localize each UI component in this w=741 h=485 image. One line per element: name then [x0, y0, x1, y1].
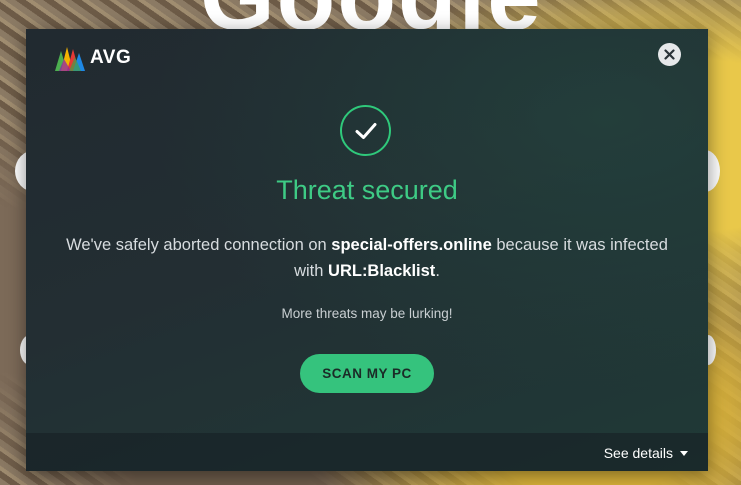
- success-badge: [340, 105, 391, 156]
- brand-name: AVG: [90, 47, 132, 68]
- warning-subtext: More threats may be lurking!: [281, 306, 453, 321]
- scan-my-pc-button[interactable]: SCAN MY PC: [300, 354, 434, 393]
- threat-name: URL:Blacklist: [328, 262, 436, 280]
- see-details-label: See details: [603, 445, 673, 461]
- message-prefix: We've safely aborted connection on: [66, 236, 332, 254]
- threat-message: We've safely aborted connection on speci…: [56, 232, 678, 284]
- close-icon: [664, 49, 675, 60]
- checkmark-icon: [355, 122, 376, 139]
- blocked-site: special-offers.online: [331, 236, 492, 254]
- dialog-footer: See details: [26, 433, 708, 471]
- avg-logo: AVG: [53, 43, 131, 73]
- close-button[interactable]: [658, 43, 681, 66]
- threat-secured-dialog: AVG Threat secured We've safely aborted …: [26, 29, 708, 471]
- dialog-title: Threat secured: [276, 175, 458, 205]
- avg-logo-icon: [55, 47, 85, 71]
- caret-down-icon: [680, 450, 688, 456]
- see-details-toggle[interactable]: See details: [604, 445, 688, 461]
- message-suffix: .: [435, 262, 440, 280]
